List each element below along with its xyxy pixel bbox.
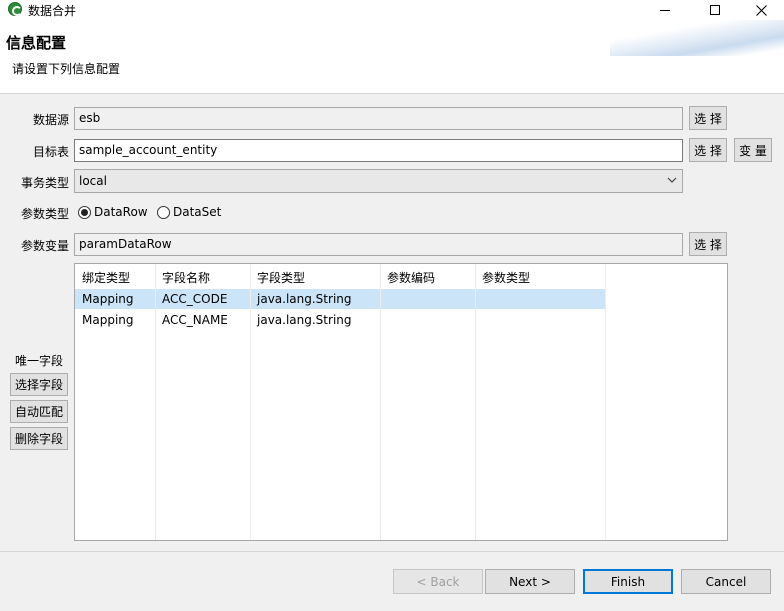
param-type-datarow-radio[interactable]: DataRow: [78, 205, 148, 219]
datasource-select-button[interactable]: 选 择: [689, 106, 727, 130]
param-variable-label: 参数变量: [20, 239, 69, 253]
table-column-divider: [476, 264, 606, 540]
unique-field-label: 唯一字段: [15, 354, 64, 368]
app-icon: [8, 2, 22, 16]
footer-divider: [0, 551, 784, 552]
param-type-dataset-radio[interactable]: DataSet: [157, 205, 221, 219]
chevron-down-icon: [667, 177, 677, 183]
target-table-variable-button[interactable]: 变 量: [734, 138, 772, 162]
minimize-button[interactable]: [642, 0, 688, 20]
delete-field-button[interactable]: 删除字段: [10, 427, 68, 450]
column-header-field-type[interactable]: 字段类型: [257, 269, 305, 286]
radio-checked-icon: [78, 205, 91, 219]
datasource-label: 数据源: [32, 113, 69, 127]
page-title: 信息配置: [6, 34, 67, 52]
minimize-icon: [660, 9, 670, 11]
transaction-type-select[interactable]: local: [74, 169, 683, 193]
title-bar: 数据合并: [0, 0, 784, 20]
cancel-button[interactable]: Cancel: [681, 569, 771, 594]
back-button[interactable]: < Back: [393, 569, 483, 594]
column-header-param-code[interactable]: 参数编码: [387, 269, 435, 286]
next-button[interactable]: Next >: [485, 569, 575, 594]
wizard-header: 信息配置 请设置下列信息配置: [0, 20, 784, 94]
param-type-datarow-label: DataRow: [94, 205, 148, 219]
header-decoration: [610, 20, 784, 56]
maximize-button[interactable]: [692, 0, 738, 20]
close-icon: [755, 4, 767, 16]
table-column-divider: [381, 264, 476, 540]
select-field-button[interactable]: 选择字段: [10, 373, 68, 396]
window-title: 数据合并: [28, 4, 77, 18]
radio-unchecked-icon: [157, 205, 170, 219]
finish-button[interactable]: Finish: [583, 569, 673, 594]
column-header-bind-type[interactable]: 绑定类型: [82, 269, 130, 286]
table-column-divider: [75, 264, 156, 540]
column-header-param-type[interactable]: 参数类型: [482, 269, 530, 286]
column-header-field-name[interactable]: 字段名称: [162, 269, 210, 286]
field-mapping-table[interactable]: Mapping ACC_CODE java.lang.String Mappin…: [74, 263, 728, 541]
param-type-dataset-label: DataSet: [173, 205, 222, 219]
transaction-type-value: local: [79, 174, 107, 188]
param-type-label: 参数类型: [20, 207, 69, 221]
maximize-icon: [710, 5, 720, 15]
table-column-divider: [156, 264, 251, 540]
param-variable-select-button[interactable]: 选 择: [689, 232, 727, 256]
target-table-field[interactable]: sample_account_entity: [74, 139, 683, 162]
page-description: 请设置下列信息配置: [12, 62, 121, 76]
auto-match-button[interactable]: 自动匹配: [10, 400, 68, 423]
target-table-select-button[interactable]: 选 择: [689, 138, 727, 162]
datasource-field[interactable]: esb: [74, 107, 683, 130]
close-button[interactable]: [738, 0, 784, 20]
param-variable-field[interactable]: paramDataRow: [74, 233, 683, 256]
table-column-divider: [251, 264, 381, 540]
target-table-label: 目标表: [32, 145, 69, 159]
transaction-type-label: 事务类型: [20, 176, 69, 190]
